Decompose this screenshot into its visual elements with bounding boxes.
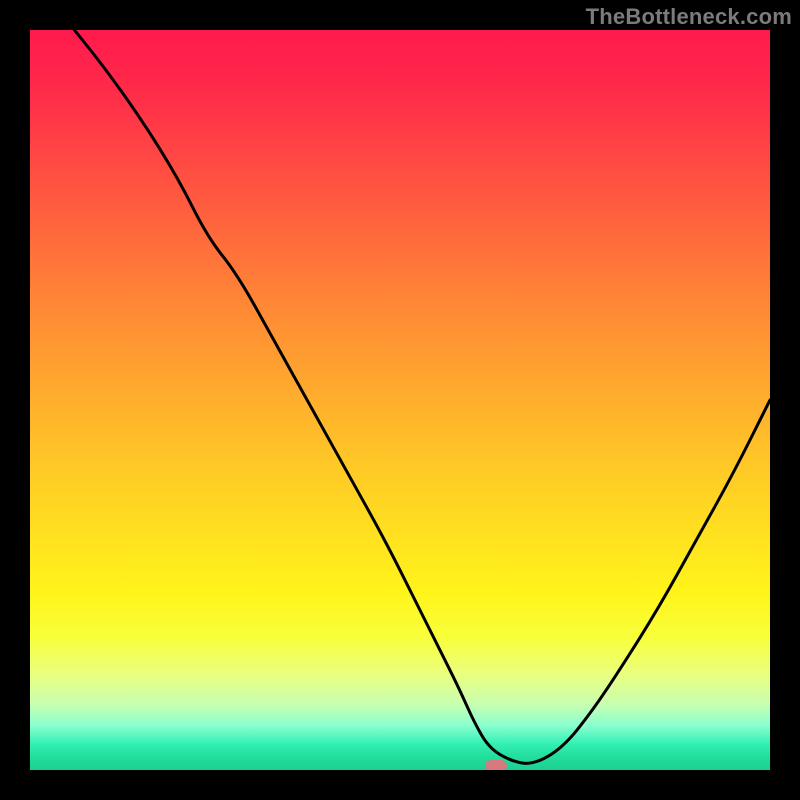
- sweet-spot-marker: [485, 760, 507, 770]
- bottleneck-curve: [30, 30, 770, 770]
- bottleneck-chart: TheBottleneck.com: [0, 0, 800, 800]
- attribution-watermark: TheBottleneck.com: [586, 4, 792, 30]
- plot-area: [30, 30, 770, 770]
